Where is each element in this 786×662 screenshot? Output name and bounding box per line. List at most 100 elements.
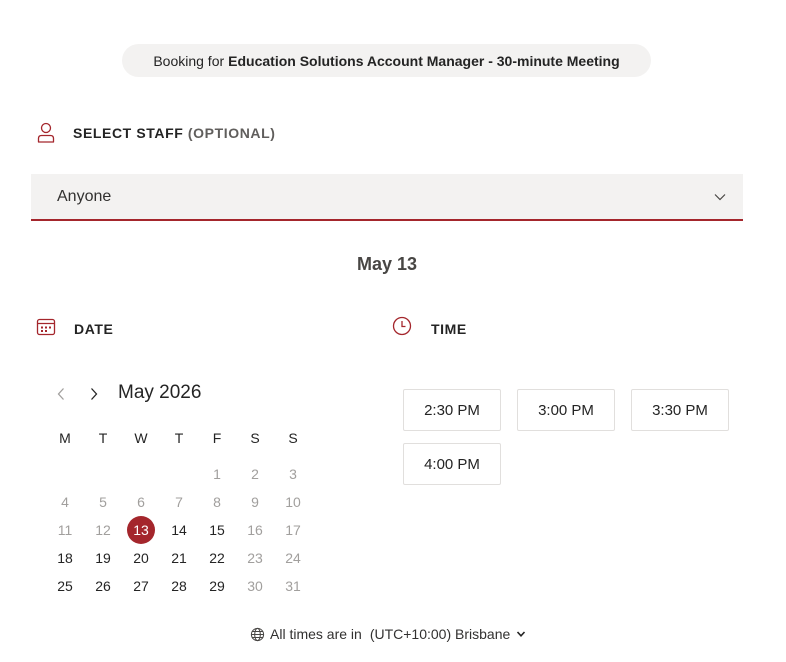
day-number: 10: [285, 494, 301, 510]
booking-summary: Booking for Education Solutions Account …: [122, 44, 651, 77]
day-number: 3: [289, 466, 297, 482]
calendar-day-disabled: 30: [236, 572, 274, 600]
calendar-day-disabled: 11: [46, 516, 84, 544]
calendar-grid: M T W T F S S 1 2 3 4 5 6 7 8 9 10 11 12 13 14 15 16 17 18 19 20 21…: [46, 424, 312, 600]
calendar-day[interactable]: 29: [198, 572, 236, 600]
time-slot-button[interactable]: 4:00 PM: [403, 443, 501, 485]
clock-icon: [392, 316, 412, 336]
day-number: 7: [175, 494, 183, 510]
calendar-day-disabled: 3: [274, 460, 312, 488]
day-number: 26: [95, 578, 111, 594]
calendar-day[interactable]: 25: [46, 572, 84, 600]
weekday-label: W: [134, 430, 148, 446]
calendar-month-label: May 2026: [118, 382, 202, 403]
calendar-day[interactable]: 20: [122, 544, 160, 572]
next-month-button[interactable]: [85, 384, 103, 404]
optional-label: (OPTIONAL): [187, 125, 276, 141]
weekday-label: S: [250, 430, 260, 446]
calendar-week-row: 11 12 13 14 15 16 17: [46, 516, 312, 544]
day-number: 19: [95, 550, 111, 566]
day-number: 13: [133, 522, 149, 538]
day-number: 1: [213, 466, 221, 482]
calendar-day-disabled: 4: [46, 488, 84, 516]
timezone-value: (UTC+10:00) Brisbane: [369, 626, 511, 642]
day-number: 25: [57, 578, 73, 594]
day-number: 28: [171, 578, 187, 594]
calendar-empty-cell: [84, 460, 122, 488]
booking-prefix: Booking for: [153, 52, 225, 69]
chevron-left-icon: [57, 388, 64, 400]
weekday-label: S: [288, 430, 298, 446]
day-number: 21: [171, 550, 187, 566]
calendar-day[interactable]: 26: [84, 572, 122, 600]
day-number: 30: [247, 578, 263, 594]
time-slot-button[interactable]: 3:30 PM: [631, 389, 729, 431]
calendar-day[interactable]: 22: [198, 544, 236, 572]
calendar-week-row: 18 19 20 21 22 23 24: [46, 544, 312, 572]
globe-icon: [250, 627, 265, 641]
calendar-day-disabled: 24: [274, 544, 312, 572]
calendar-day[interactable]: 28: [160, 572, 198, 600]
calendar-empty-cell: [160, 460, 198, 488]
select-staff-title: SELECT STAFF (OPTIONAL): [73, 125, 276, 141]
calendar-day-disabled: 7: [160, 488, 198, 516]
calendar-week-row: 4 5 6 7 8 9 10: [46, 488, 312, 516]
calendar-day-disabled: 23: [236, 544, 274, 572]
selected-date-heading: May 13: [356, 254, 418, 274]
calendar-icon: [36, 318, 56, 336]
day-number: 24: [285, 550, 301, 566]
staff-section-icon-wrap: [36, 120, 56, 146]
day-number: 31: [285, 578, 301, 594]
day-number: 12: [95, 522, 111, 538]
date-section-label: DATE: [74, 321, 114, 337]
calendar-day-disabled: 31: [274, 572, 312, 600]
person-icon: [37, 122, 55, 143]
day-number: 11: [57, 522, 73, 538]
weekday-label: M: [59, 430, 71, 446]
calendar-day[interactable]: 27: [122, 572, 160, 600]
calendar-day-disabled: 17: [274, 516, 312, 544]
chevron-down-icon: [517, 631, 526, 637]
calendar-day-disabled: 2: [236, 460, 274, 488]
calendar-day[interactable]: 18: [46, 544, 84, 572]
day-number: 27: [133, 578, 149, 594]
calendar-week-row: 25 26 27 28 29 30 31: [46, 572, 312, 600]
day-number: 22: [209, 550, 225, 566]
weekday-label: T: [174, 430, 184, 446]
day-number: 17: [285, 522, 301, 538]
calendar-day-disabled: 1: [198, 460, 236, 488]
calendar-day-disabled: 9: [236, 488, 274, 516]
time-section-label: TIME: [431, 321, 467, 337]
calendar-week-row: 1 2 3: [46, 460, 312, 488]
day-number: 4: [61, 494, 69, 510]
booking-service-name: Education Solutions Account Manager - 30…: [228, 52, 620, 69]
chevron-down-icon: [714, 194, 726, 201]
day-number: 16: [247, 522, 263, 538]
calendar-day-disabled: 8: [198, 488, 236, 516]
calendar-day[interactable]: 14: [160, 516, 198, 544]
time-slot-button[interactable]: 3:00 PM: [517, 389, 615, 431]
day-number: 14: [171, 522, 187, 538]
calendar-day-disabled: 16: [236, 516, 274, 544]
day-number: 9: [251, 494, 259, 510]
calendar-empty-cell: [122, 460, 160, 488]
time-slot-button[interactable]: 2:30 PM: [403, 389, 501, 431]
weekday-label: F: [212, 430, 222, 446]
calendar-day-selected[interactable]: 13: [122, 516, 160, 544]
day-number: 18: [57, 550, 73, 566]
day-number: 15: [209, 522, 225, 538]
calendar-day[interactable]: 19: [84, 544, 122, 572]
select-staff-label: SELECT STAFF: [73, 125, 184, 141]
timezone-selector[interactable]: All times are in (UTC+10:00) Brisbane: [250, 625, 531, 643]
calendar-day-disabled: 10: [274, 488, 312, 516]
day-number: 29: [209, 578, 225, 594]
timezone-prefix: All times are in: [270, 626, 362, 642]
staff-dropdown[interactable]: Anyone: [31, 174, 743, 221]
chevron-right-icon: [91, 388, 98, 400]
calendar-day[interactable]: 15: [198, 516, 236, 544]
staff-dropdown-value: Anyone: [57, 187, 112, 205]
previous-month-button[interactable]: [52, 384, 70, 404]
calendar-day[interactable]: 21: [160, 544, 198, 572]
calendar-day-disabled: 5: [84, 488, 122, 516]
day-number: 2: [251, 466, 259, 482]
